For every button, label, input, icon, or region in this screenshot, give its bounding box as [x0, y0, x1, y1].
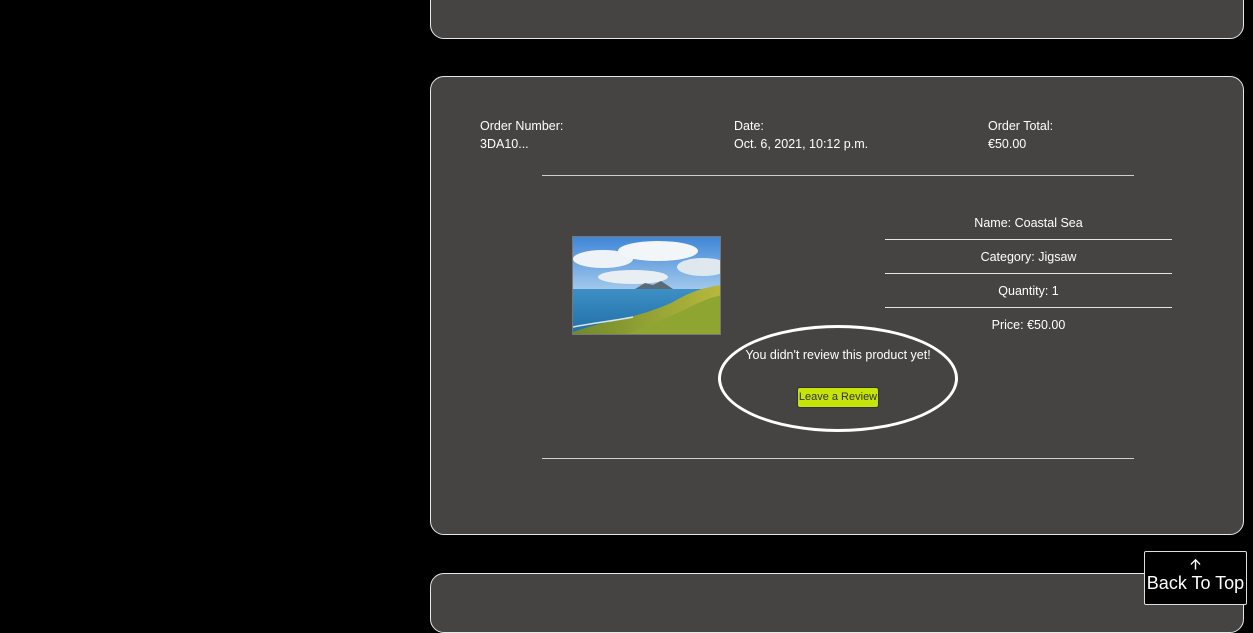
divider: [542, 458, 1134, 459]
order-date-label: Date:: [734, 119, 764, 133]
product-name: Name: Coastal Sea: [885, 206, 1172, 240]
next-order-card: [430, 573, 1244, 633]
order-date: Date: Oct. 6, 2021, 10:12 p.m.: [734, 117, 868, 153]
leave-review-button[interactable]: Leave a Review: [797, 387, 879, 408]
order-total: Order Total: €50.00: [988, 117, 1053, 153]
order-number-value: 3DA10...: [480, 137, 529, 151]
previous-order-card: [430, 0, 1244, 39]
divider: [542, 175, 1134, 176]
review-section: You didn't review this product yet! Leav…: [718, 325, 958, 432]
product-quantity: Quantity: 1: [885, 274, 1172, 308]
product-category: Category: Jigsaw: [885, 240, 1172, 274]
order-date-value: Oct. 6, 2021, 10:12 p.m.: [734, 137, 869, 151]
back-to-top-label: Back To Top: [1146, 573, 1245, 593]
product-details: Name: Coastal Sea Category: Jigsaw Quant…: [885, 206, 1172, 342]
order-card: Order Number: 3DA10... Date: Oct. 6, 202…: [430, 76, 1244, 535]
order-total-value: €50.00: [988, 137, 1027, 151]
order-total-label: Order Total:: [988, 119, 1054, 133]
order-number: Order Number: 3DA10...: [480, 117, 563, 153]
arrow-up-icon: 🡩: [1190, 556, 1201, 573]
product-image: [572, 236, 721, 335]
review-message: You didn't review this product yet!: [745, 348, 931, 362]
order-number-label: Order Number:: [480, 119, 564, 133]
back-to-top-button[interactable]: 🡩 Back To Top: [1144, 551, 1247, 605]
highlight-circle: [718, 325, 958, 432]
